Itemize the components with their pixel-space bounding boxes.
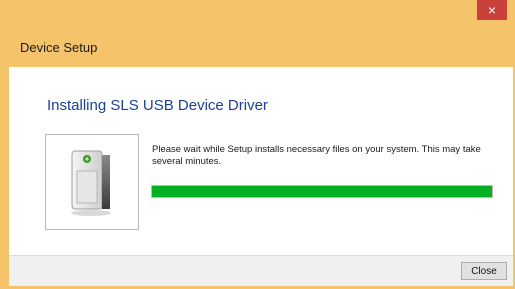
title-bar: × [0,0,515,28]
install-heading: Installing SLS USB Device Driver [47,97,268,114]
close-button[interactable]: Close [461,262,507,280]
progress-fill [152,186,492,197]
device-icon-frame [45,134,139,230]
external-drive-icon [71,150,111,216]
progress-bar [151,185,493,198]
dialog-content: Installing SLS USB Device Driver Please … [9,67,513,255]
dialog-footer: Close [9,255,513,286]
window-close-button[interactable]: × [477,0,507,20]
install-message: Please wait while Setup installs necessa… [152,144,481,167]
dialog-title: Device Setup [20,40,98,55]
